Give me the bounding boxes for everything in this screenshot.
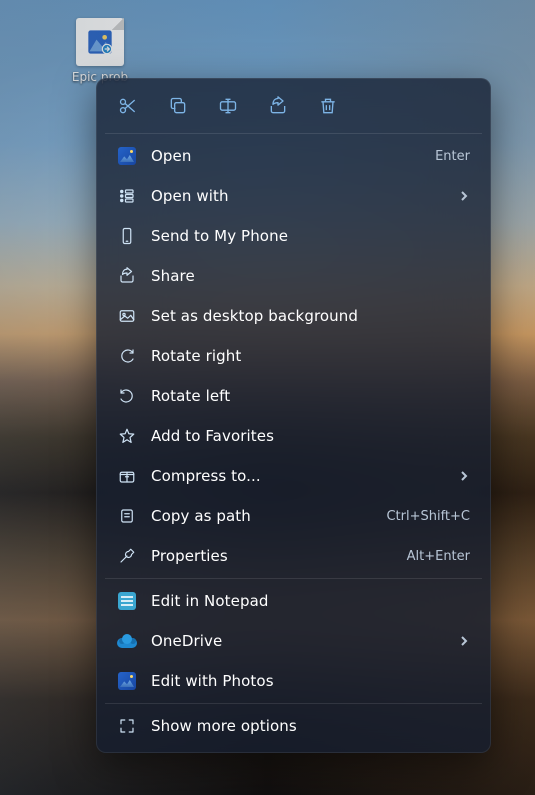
menu-show-more[interactable]: Show more options: [103, 706, 484, 746]
menu-copy-path[interactable]: Copy as path Ctrl+Shift+C: [103, 496, 484, 536]
share-button[interactable]: [257, 87, 299, 125]
menu-label: Rotate left: [151, 387, 470, 405]
chevron-right-icon: [458, 632, 470, 651]
menu-label: Add to Favorites: [151, 427, 470, 445]
menu-label: Edit with Photos: [151, 672, 470, 690]
scissors-icon: [118, 96, 138, 116]
menu-label: Show more options: [151, 717, 470, 735]
open-with-icon: [118, 187, 136, 205]
menu-onedrive[interactable]: OneDrive: [103, 621, 484, 661]
menu-label: Open: [151, 147, 421, 165]
context-toolbar: [103, 85, 484, 131]
menu-label: Rotate right: [151, 347, 470, 365]
phone-icon: [118, 227, 136, 245]
menu-label: Edit in Notepad: [151, 592, 470, 610]
desktop-background: Epic prob Open Enter: [0, 0, 535, 795]
chevron-right-icon: [458, 467, 470, 486]
context-menu: Open Enter Open with Send to My Phone Sh…: [96, 78, 491, 753]
rename-icon: [218, 96, 238, 116]
wrench-icon: [118, 547, 136, 565]
menu-set-background[interactable]: Set as desktop background: [103, 296, 484, 336]
expand-icon: [118, 717, 136, 735]
archive-icon: [118, 467, 136, 485]
delete-button[interactable]: [307, 87, 349, 125]
menu-edit-photos[interactable]: Edit with Photos: [103, 661, 484, 701]
menu-edit-notepad[interactable]: Edit in Notepad: [103, 581, 484, 621]
notepad-app-icon: [118, 592, 136, 610]
rename-button[interactable]: [207, 87, 249, 125]
menu-send-to-phone[interactable]: Send to My Phone: [103, 216, 484, 256]
image-file-icon: [86, 28, 114, 56]
menu-label: Set as desktop background: [151, 307, 470, 325]
separator: [105, 703, 482, 704]
menu-compress[interactable]: Compress to...: [103, 456, 484, 496]
photos-app-icon: [118, 672, 136, 690]
rotate-left-icon: [118, 387, 136, 405]
copy-path-icon: [118, 507, 136, 525]
menu-open-with[interactable]: Open with: [103, 176, 484, 216]
menu-open[interactable]: Open Enter: [103, 136, 484, 176]
menu-label: OneDrive: [151, 632, 444, 650]
menu-rotate-left[interactable]: Rotate left: [103, 376, 484, 416]
trash-icon: [318, 96, 338, 116]
cut-button[interactable]: [107, 87, 149, 125]
chevron-right-icon: [458, 187, 470, 206]
menu-label: Compress to...: [151, 467, 444, 485]
menu-label: Copy as path: [151, 507, 372, 525]
menu-label: Send to My Phone: [151, 227, 470, 245]
menu-add-favorites[interactable]: Add to Favorites: [103, 416, 484, 456]
menu-label: Properties: [151, 547, 393, 565]
copy-button[interactable]: [157, 87, 199, 125]
menu-label: Open with: [151, 187, 444, 205]
desktop-file[interactable]: Epic prob: [60, 18, 140, 84]
copy-icon: [168, 96, 188, 116]
menu-shortcut: Enter: [435, 149, 470, 164]
menu-label: Share: [151, 267, 470, 285]
onedrive-icon: [117, 634, 137, 648]
separator: [105, 133, 482, 134]
picture-icon: [118, 307, 136, 325]
menu-rotate-right[interactable]: Rotate right: [103, 336, 484, 376]
share-icon: [268, 96, 288, 116]
file-thumbnail: [76, 18, 124, 66]
menu-shortcut: Ctrl+Shift+C: [386, 509, 470, 524]
menu-shortcut: Alt+Enter: [407, 549, 470, 564]
share-arrow-icon: [118, 267, 136, 285]
photos-app-icon: [118, 147, 136, 165]
star-icon: [118, 427, 136, 445]
separator: [105, 578, 482, 579]
menu-share[interactable]: Share: [103, 256, 484, 296]
menu-properties[interactable]: Properties Alt+Enter: [103, 536, 484, 576]
rotate-right-icon: [118, 347, 136, 365]
